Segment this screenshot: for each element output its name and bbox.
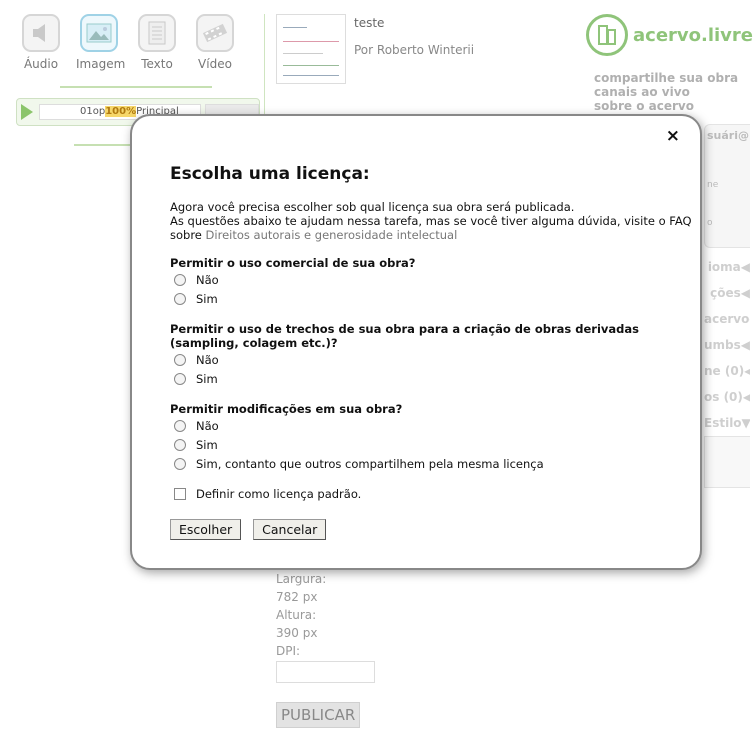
media-tab-text[interactable]: Texto <box>134 14 180 71</box>
item-author: Por Roberto Winterii <box>354 43 475 57</box>
sidebar-item-style[interactable]: Estilo▼ <box>704 410 750 436</box>
default-license-checkbox[interactable] <box>174 488 186 500</box>
top-nav: compartilhe sua obra canais ao vivo sobr… <box>594 71 738 113</box>
item-title[interactable]: teste <box>354 16 384 30</box>
sidebar-item-options[interactable]: ções◀ <box>704 280 750 306</box>
cancel-button[interactable]: Cancelar <box>253 519 327 540</box>
default-license-row[interactable]: Definir como licença padrão. <box>170 487 700 501</box>
document-icon <box>138 14 176 52</box>
radio-button[interactable] <box>174 273 186 286</box>
style-box <box>704 436 750 488</box>
nav-link-share[interactable]: compartilhe sua obra <box>594 71 738 85</box>
logo-text: acervo.livre <box>633 24 753 46</box>
radio-button[interactable] <box>174 419 186 432</box>
default-license-label: Definir como licença padrão. <box>196 487 362 501</box>
sidebar-item-thumbs[interactable]: umbs◀ <box>704 332 750 358</box>
image-properties-form: Largura: 782 px Altura: 390 px DPI: <box>276 570 375 683</box>
option-modifications-no[interactable]: Não <box>170 416 700 435</box>
question-commercial: Permitir o uso comercial de sua obra? <box>170 256 416 270</box>
option-derivatives-no[interactable]: Não <box>170 350 700 369</box>
option-derivatives-yes[interactable]: Sim <box>170 369 700 388</box>
publish-button[interactable]: PUBLICAR <box>276 702 361 728</box>
radio-button[interactable] <box>174 457 186 470</box>
dialog-title: Escolha uma licença: <box>170 164 370 184</box>
option-modifications-sharealike[interactable]: Sim, contanto que outros compartilhem pe… <box>170 454 700 473</box>
item-thumbnail[interactable] <box>276 14 346 84</box>
play-icon[interactable] <box>21 104 33 120</box>
dialog-buttons: Escolher Cancelar <box>170 519 700 540</box>
option-commercial-no[interactable]: Não <box>170 270 700 289</box>
sidebar-item-collection[interactable]: acervo◀ <box>704 306 750 332</box>
media-tab-label: Texto <box>141 57 173 71</box>
media-tab-audio[interactable]: Áudio <box>18 14 64 71</box>
option-commercial-yes[interactable]: Sim <box>170 289 700 308</box>
height-label: Altura: <box>276 608 317 622</box>
film-icon <box>196 14 234 52</box>
question-modifications: Permitir modificações em sua obra? <box>170 402 403 416</box>
height-value: 390 px <box>276 626 318 640</box>
media-tab-image[interactable]: Imagem <box>76 14 126 71</box>
faq-link[interactable]: Direitos autorais e generosidade intelec… <box>206 228 458 242</box>
right-sidebar: suári@ ne o ioma◀ ções◀ acervo◀ umbs◀ ne… <box>704 124 750 488</box>
option-modifications-yes[interactable]: Sim <box>170 435 700 454</box>
radio-button[interactable] <box>174 372 186 385</box>
media-tab-video[interactable]: Vídeo <box>192 14 238 71</box>
dpi-label: DPI: <box>276 644 301 658</box>
site-logo[interactable]: acervo.livre <box>586 14 753 56</box>
media-tab-label: Vídeo <box>198 57 232 71</box>
question-derivatives: Permitir o uso de trechos de sua obra pa… <box>170 322 639 350</box>
width-label: Largura: <box>276 572 327 586</box>
dialog-intro: Agora você precisa escolher sob qual lic… <box>170 200 692 242</box>
image-icon <box>80 14 118 52</box>
nav-link-about[interactable]: sobre o acervo <box>594 99 738 113</box>
tabs-underline <box>60 86 212 88</box>
user-box: suári@ ne o <box>704 124 750 248</box>
radio-button[interactable] <box>174 353 186 366</box>
close-icon[interactable]: × <box>666 126 680 146</box>
media-tab-label: Áudio <box>23 57 59 71</box>
logo-icon <box>586 14 628 56</box>
sidebar-item-counter-b[interactable]: os (0)◀ <box>704 384 750 410</box>
license-dialog: × Escolha uma licença: Agora você precis… <box>130 114 702 570</box>
media-type-tabs: Áudio Imagem Texto Vídeo <box>18 14 238 71</box>
media-tab-label: Imagem <box>76 57 126 71</box>
nav-link-live-channels[interactable]: canais ao vivo <box>594 85 738 99</box>
sidebar-item-language[interactable]: ioma◀ <box>704 254 750 280</box>
speaker-icon <box>22 14 60 52</box>
sidebar-item-counter-a[interactable]: ne (0)◀ <box>704 358 750 384</box>
radio-button[interactable] <box>174 438 186 451</box>
dpi-input[interactable] <box>276 661 375 683</box>
radio-button[interactable] <box>174 292 186 305</box>
width-value: 782 px <box>276 590 318 604</box>
choose-button[interactable]: Escolher <box>170 519 242 540</box>
